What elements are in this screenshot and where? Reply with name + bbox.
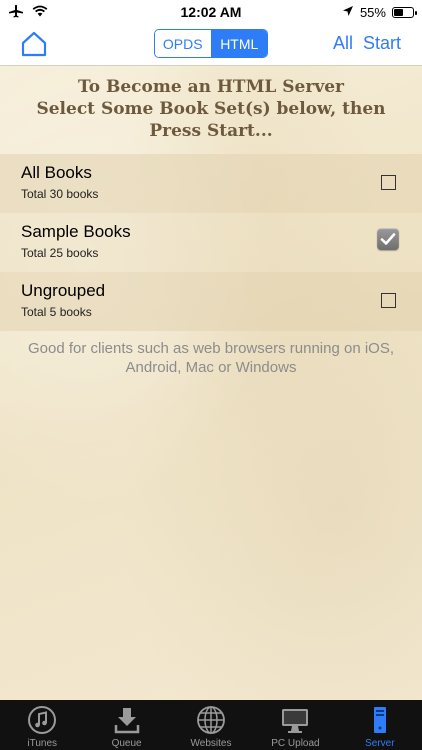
select-all-button[interactable]: All bbox=[333, 33, 353, 54]
book-set-list: All Books Total 30 books Sample Books To… bbox=[0, 154, 422, 331]
book-set-title: All Books bbox=[21, 163, 92, 182]
tab-queue[interactable]: Queue bbox=[84, 700, 168, 750]
tab-itunes[interactable]: iTunes bbox=[0, 700, 84, 750]
battery-fill bbox=[393, 8, 403, 16]
globe-icon bbox=[196, 705, 226, 735]
book-set-row-ungrouped[interactable]: Ungrouped Total 5 books bbox=[0, 272, 422, 331]
status-right: 55% bbox=[294, 4, 417, 20]
battery-percent: 55% bbox=[359, 4, 386, 20]
main-content: To Become an HTML Server Select Some Boo… bbox=[0, 66, 422, 700]
book-set-title: Ungrouped bbox=[21, 281, 106, 300]
book-set-count: Total 25 books bbox=[21, 246, 99, 260]
start-button[interactable]: Start bbox=[363, 33, 401, 54]
tab-label: Queue bbox=[111, 738, 142, 749]
tab-label: iTunes bbox=[27, 738, 58, 749]
book-set-count: Total 5 books bbox=[21, 305, 92, 319]
segment-html[interactable]: HTML bbox=[210, 30, 267, 57]
status-left bbox=[8, 4, 128, 21]
heading-line-2: Select Some Book Set(s) below, then bbox=[36, 99, 386, 119]
music-note-icon bbox=[27, 705, 57, 735]
tab-label: Server bbox=[365, 738, 395, 749]
monitor-icon bbox=[280, 705, 310, 735]
wifi-icon bbox=[32, 4, 48, 20]
instructions-heading: To Become an HTML Server Select Some Boo… bbox=[0, 66, 422, 142]
status-bar: 12:02 AM 55% bbox=[0, 0, 422, 24]
airplane-icon bbox=[8, 4, 24, 21]
heading-line-3: Press Start... bbox=[149, 121, 273, 141]
book-set-row-sample-books[interactable]: Sample Books Total 25 books bbox=[0, 213, 422, 272]
book-set-title: Sample Books bbox=[21, 222, 131, 241]
checkmark-icon bbox=[380, 233, 396, 245]
book-set-count: Total 30 books bbox=[21, 187, 99, 201]
checkbox-sample-books[interactable] bbox=[377, 228, 399, 250]
checkbox-all-books[interactable] bbox=[381, 175, 396, 190]
server-description: Good for clients such as web browsers ru… bbox=[27, 340, 394, 376]
download-tray-icon bbox=[112, 705, 142, 735]
book-set-row-all-books[interactable]: All Books Total 30 books bbox=[0, 154, 422, 213]
format-segmented-control: OPDS HTML bbox=[154, 29, 268, 58]
tab-pc-upload[interactable]: PC Upload bbox=[253, 700, 337, 750]
heading-line-1: To Become an HTML Server bbox=[78, 77, 344, 97]
tab-label: PC Upload bbox=[271, 738, 320, 749]
battery-icon bbox=[391, 6, 417, 18]
status-time: 12:02 AM bbox=[180, 4, 242, 20]
tab-bar: iTunes Queue Websites PC Upload Server bbox=[0, 700, 422, 750]
server-tower-icon bbox=[365, 705, 395, 735]
tab-server[interactable]: Server bbox=[338, 700, 422, 750]
checkbox-ungrouped[interactable] bbox=[381, 293, 396, 308]
location-icon bbox=[342, 4, 354, 20]
nav-bar: OPDS HTML All Start bbox=[0, 24, 422, 66]
tab-label: Websites bbox=[190, 738, 232, 749]
tab-websites[interactable]: Websites bbox=[169, 700, 253, 750]
home-icon[interactable] bbox=[20, 30, 48, 58]
segment-opds[interactable]: OPDS bbox=[155, 30, 211, 57]
